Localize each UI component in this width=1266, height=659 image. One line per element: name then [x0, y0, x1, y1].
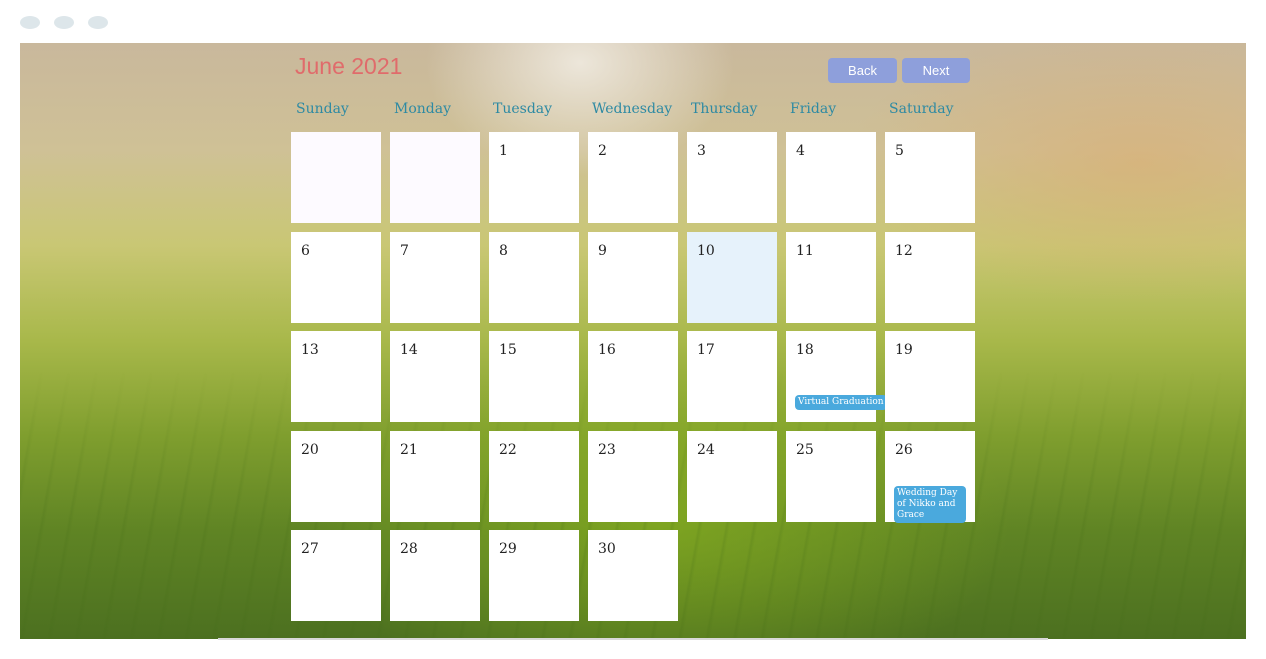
day-cell[interactable]: 26 Wedding Day of Nikko and Grace: [885, 431, 975, 523]
day-cell[interactable]: 28: [390, 530, 480, 621]
day-cell[interactable]: 29: [489, 530, 579, 621]
day-number: 1: [499, 143, 508, 159]
day-cell[interactable]: 8: [489, 232, 579, 323]
day-number: 7: [400, 243, 409, 259]
window-dot[interactable]: [20, 16, 40, 29]
day-cell[interactable]: 3: [687, 132, 777, 223]
day-number: 30: [598, 541, 616, 557]
day-cell[interactable]: 18 Virtual Graduation: [786, 331, 887, 422]
day-cell[interactable]: 27: [291, 530, 381, 621]
day-cell[interactable]: 1: [489, 132, 579, 223]
day-number: 12: [895, 243, 913, 259]
day-cell[interactable]: 4: [786, 132, 876, 223]
weekday-sunday: Sunday: [296, 101, 349, 117]
weekday-saturday: Saturday: [889, 101, 954, 117]
day-cell[interactable]: 6: [291, 232, 381, 323]
day-cell[interactable]: 16: [588, 331, 678, 422]
day-number: 13: [301, 342, 319, 358]
day-cell[interactable]: 30: [588, 530, 678, 621]
month-title: June 2021: [295, 53, 403, 79]
day-number: 3: [697, 143, 706, 159]
day-number: 27: [301, 541, 319, 557]
day-cell[interactable]: 19: [885, 331, 975, 422]
day-cell[interactable]: 23: [588, 431, 678, 522]
day-number: 2: [598, 143, 607, 159]
day-cell[interactable]: 25: [786, 431, 876, 522]
day-cell[interactable]: 15: [489, 331, 579, 422]
day-number: 11: [796, 243, 814, 259]
day-number: 14: [400, 342, 418, 358]
day-cell[interactable]: 11: [786, 232, 876, 323]
day-number: 25: [796, 442, 814, 458]
day-number: 18: [796, 342, 814, 358]
today-cell[interactable]: 10: [687, 232, 777, 323]
day-cell[interactable]: 2: [588, 132, 678, 223]
day-cell[interactable]: 13: [291, 331, 381, 422]
day-cell[interactable]: 7: [390, 232, 480, 323]
weekday-wednesday: Wednesday: [592, 101, 673, 117]
day-cell[interactable]: 20: [291, 431, 381, 522]
day-number: 15: [499, 342, 517, 358]
day-number: 16: [598, 342, 616, 358]
empty-day-cell: [390, 132, 480, 223]
divider: [218, 638, 1048, 640]
day-number: 26: [895, 442, 913, 458]
day-number: 4: [796, 143, 805, 159]
day-cell[interactable]: 24: [687, 431, 777, 522]
day-number: 29: [499, 541, 517, 557]
day-number: 9: [598, 243, 607, 259]
day-cell[interactable]: 9: [588, 232, 678, 323]
back-button[interactable]: Back: [828, 58, 897, 83]
weekday-friday: Friday: [790, 101, 837, 117]
day-number: 28: [400, 541, 418, 557]
day-number: 17: [697, 342, 715, 358]
day-cell[interactable]: 21: [390, 431, 480, 522]
day-cell[interactable]: 5: [885, 132, 975, 223]
empty-day-cell: [291, 132, 381, 223]
day-number: 8: [499, 243, 508, 259]
day-number: 24: [697, 442, 715, 458]
window-dot[interactable]: [54, 16, 74, 29]
day-number: 21: [400, 442, 418, 458]
day-number: 5: [895, 143, 904, 159]
calendar-window: June 2021 Back Next Sunday Monday Tuesda…: [20, 43, 1246, 639]
day-number: 20: [301, 442, 319, 458]
day-number: 23: [598, 442, 616, 458]
event-virtual-graduation[interactable]: Virtual Graduation: [795, 395, 887, 410]
day-cell[interactable]: 17: [687, 331, 777, 422]
window-controls: [20, 16, 108, 29]
weekday-thursday: Thursday: [691, 101, 758, 117]
day-number: 10: [697, 243, 715, 259]
window-dot[interactable]: [88, 16, 108, 29]
day-cell[interactable]: 12: [885, 232, 975, 323]
event-wedding-day[interactable]: Wedding Day of Nikko and Grace: [894, 486, 966, 523]
weekday-monday: Monday: [394, 101, 451, 117]
weekday-tuesday: Tuesday: [493, 101, 553, 117]
day-number: 6: [301, 243, 310, 259]
next-button[interactable]: Next: [902, 58, 970, 83]
day-number: 19: [895, 342, 913, 358]
day-cell[interactable]: 22: [489, 431, 579, 522]
day-cell[interactable]: 14: [390, 331, 480, 422]
day-number: 22: [499, 442, 517, 458]
